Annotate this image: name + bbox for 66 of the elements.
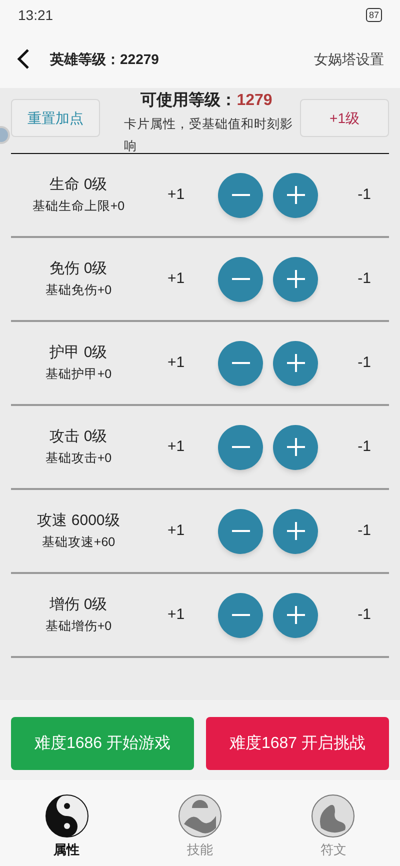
increase-button[interactable]	[273, 340, 318, 386]
increase-button[interactable]	[273, 172, 318, 218]
add-level-button[interactable]: +1级	[300, 99, 389, 137]
stat-name: 攻击 0级	[50, 427, 108, 447]
available-level-value: 1279	[236, 91, 272, 111]
stat-base-value: 基础免伤+0	[45, 282, 112, 299]
battery-indicator: 87	[366, 8, 382, 22]
back-icon	[16, 48, 30, 70]
minus-icon	[232, 614, 250, 616]
stat-base-value: 基础攻击+0	[45, 450, 112, 467]
challenge-button[interactable]: 难度1687 开启挑战	[206, 717, 389, 770]
nav-tab[interactable]: 符文	[266, 780, 400, 866]
decrease-button[interactable]	[218, 592, 263, 638]
stat-name: 生命 0级	[50, 175, 108, 195]
plus-amount: +1	[166, 268, 186, 289]
stat-name: 护甲 0级	[50, 343, 108, 363]
plus-icon	[286, 270, 304, 288]
hero-level: 英雄等级：22279	[50, 50, 159, 68]
minus-amount: -1	[358, 352, 371, 373]
minus-amount: -1	[358, 436, 371, 457]
status-time: 13:21	[18, 6, 54, 24]
increase-button[interactable]	[273, 256, 318, 302]
emblem-icon	[178, 794, 222, 838]
stat-name: 增伤 0级	[50, 595, 108, 615]
minus-amount: -1	[358, 268, 371, 289]
start-game-button[interactable]: 难度1686 开始游戏	[11, 717, 194, 770]
minus-icon	[232, 278, 250, 280]
card-description: 卡片属性，受基础值和时刻影响	[124, 116, 294, 155]
plus-icon	[286, 354, 304, 372]
plus-icon	[286, 606, 304, 624]
plus-amount: +1	[166, 436, 186, 457]
decrease-button[interactable]	[218, 424, 263, 470]
increase-button[interactable]	[273, 424, 318, 470]
decrease-button[interactable]	[218, 256, 263, 302]
emblem-icon	[311, 794, 356, 838]
plus-amount: +1	[166, 184, 186, 205]
available-level-label: 可使用等级：	[140, 90, 237, 111]
plus-amount: +1	[166, 604, 186, 625]
minus-icon	[232, 446, 250, 448]
stat-name: 免伤 0级	[50, 259, 108, 279]
plus-icon	[286, 438, 304, 456]
plus-icon	[286, 522, 304, 540]
minus-icon	[232, 194, 250, 196]
increase-button[interactable]	[273, 592, 318, 638]
plus-amount: +1	[166, 520, 186, 541]
minus-amount: -1	[358, 520, 371, 541]
plus-icon	[286, 186, 304, 204]
tower-settings-link[interactable]: 女娲塔设置	[314, 48, 384, 70]
stat-base-value: 基础增伤+0	[45, 618, 112, 635]
reset-points-button[interactable]: 重置加点	[11, 99, 100, 137]
minus-icon	[232, 530, 250, 532]
minus-amount: -1	[358, 604, 371, 625]
nav-tab[interactable]: 技能	[133, 780, 267, 866]
stat-base-value: 基础护甲+0	[45, 366, 112, 383]
nav-tab[interactable]: 属性	[0, 780, 134, 866]
stat-base-value: 基础生命上限+0	[32, 198, 125, 215]
minus-amount: -1	[358, 184, 371, 205]
minus-icon	[232, 362, 250, 364]
decrease-button[interactable]	[218, 172, 263, 218]
stat-base-value: 基础攻速+60	[42, 534, 116, 551]
decrease-button[interactable]	[218, 508, 263, 554]
increase-button[interactable]	[273, 508, 318, 554]
plus-amount: +1	[166, 352, 186, 373]
emblem-icon	[44, 794, 89, 838]
decrease-button[interactable]	[218, 340, 263, 386]
stat-name: 攻速 6000级	[37, 511, 120, 531]
